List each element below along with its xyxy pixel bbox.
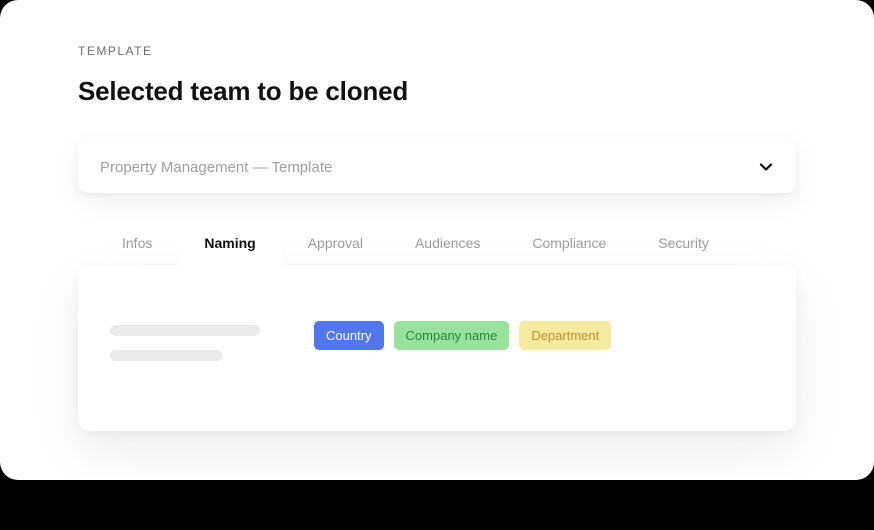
tabs: Infos Naming Approval Audiences Complian… [78,221,796,265]
placeholder-lines [110,321,260,361]
overline: TEMPLATE [78,44,796,58]
tab-naming[interactable]: Naming [178,221,281,265]
tab-security[interactable]: Security [632,221,735,265]
template-select-value: Property Management — Template [100,159,332,176]
page-title: Selected team to be cloned [78,76,796,107]
tab-panel: Country Company name Department [78,265,796,431]
tab-infos[interactable]: Infos [96,221,178,265]
tag-department[interactable]: Department [519,321,611,350]
chevron-down-icon [758,159,774,175]
tab-compliance[interactable]: Compliance [506,221,632,265]
placeholder-line [110,350,222,361]
tab-audiences[interactable]: Audiences [389,221,506,265]
tag-company-name[interactable]: Company name [394,321,510,350]
tab-approval[interactable]: Approval [282,221,389,265]
template-card: TEMPLATE Selected team to be cloned Prop… [0,0,874,480]
tag-country[interactable]: Country [314,321,384,350]
naming-tags: Country Company name Department [314,321,611,350]
placeholder-line [110,325,260,336]
template-select[interactable]: Property Management — Template [78,141,796,193]
